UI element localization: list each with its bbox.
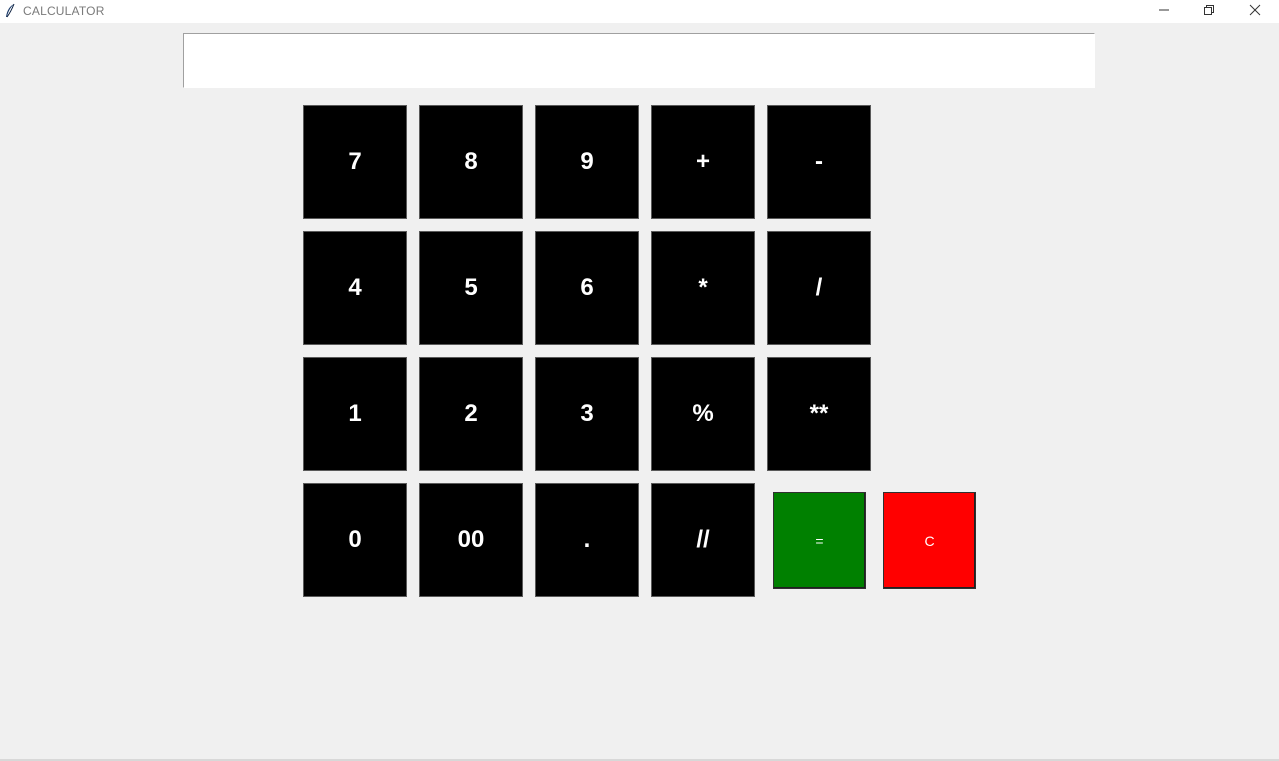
- key-multiply[interactable]: *: [651, 231, 755, 345]
- clear-button[interactable]: C: [883, 492, 976, 589]
- key-modulo[interactable]: %: [651, 357, 755, 471]
- title-bar: CALCULATOR: [0, 0, 1279, 23]
- key-2[interactable]: 2: [419, 357, 523, 471]
- key-plus[interactable]: +: [651, 105, 755, 219]
- key-0[interactable]: 0: [303, 483, 407, 597]
- close-icon: [1249, 3, 1261, 21]
- key-4[interactable]: 4: [303, 231, 407, 345]
- key-7[interactable]: 7: [303, 105, 407, 219]
- key-power[interactable]: **: [767, 357, 871, 471]
- key-00[interactable]: 00: [419, 483, 523, 597]
- key-6[interactable]: 6: [535, 231, 639, 345]
- calculator-window: CALCULATOR 7 8 9 + - 4 5 6 * / 1 2 3 % *…: [0, 0, 1279, 761]
- equals-button[interactable]: =: [773, 492, 866, 589]
- key-decimal[interactable]: .: [535, 483, 639, 597]
- window-title: CALCULATOR: [23, 4, 105, 18]
- key-8[interactable]: 8: [419, 105, 523, 219]
- key-1[interactable]: 1: [303, 357, 407, 471]
- minimize-icon: [1158, 3, 1170, 21]
- key-floor-divide[interactable]: //: [651, 483, 755, 597]
- key-5[interactable]: 5: [419, 231, 523, 345]
- key-3[interactable]: 3: [535, 357, 639, 471]
- maximize-button[interactable]: [1186, 0, 1232, 23]
- key-9[interactable]: 9: [535, 105, 639, 219]
- restore-icon: [1203, 3, 1215, 21]
- key-divide[interactable]: /: [767, 231, 871, 345]
- close-button[interactable]: [1232, 0, 1278, 23]
- minimize-button[interactable]: [1141, 0, 1187, 23]
- feather-icon: [4, 3, 16, 19]
- calculator-display[interactable]: [183, 33, 1095, 88]
- key-minus[interactable]: -: [767, 105, 871, 219]
